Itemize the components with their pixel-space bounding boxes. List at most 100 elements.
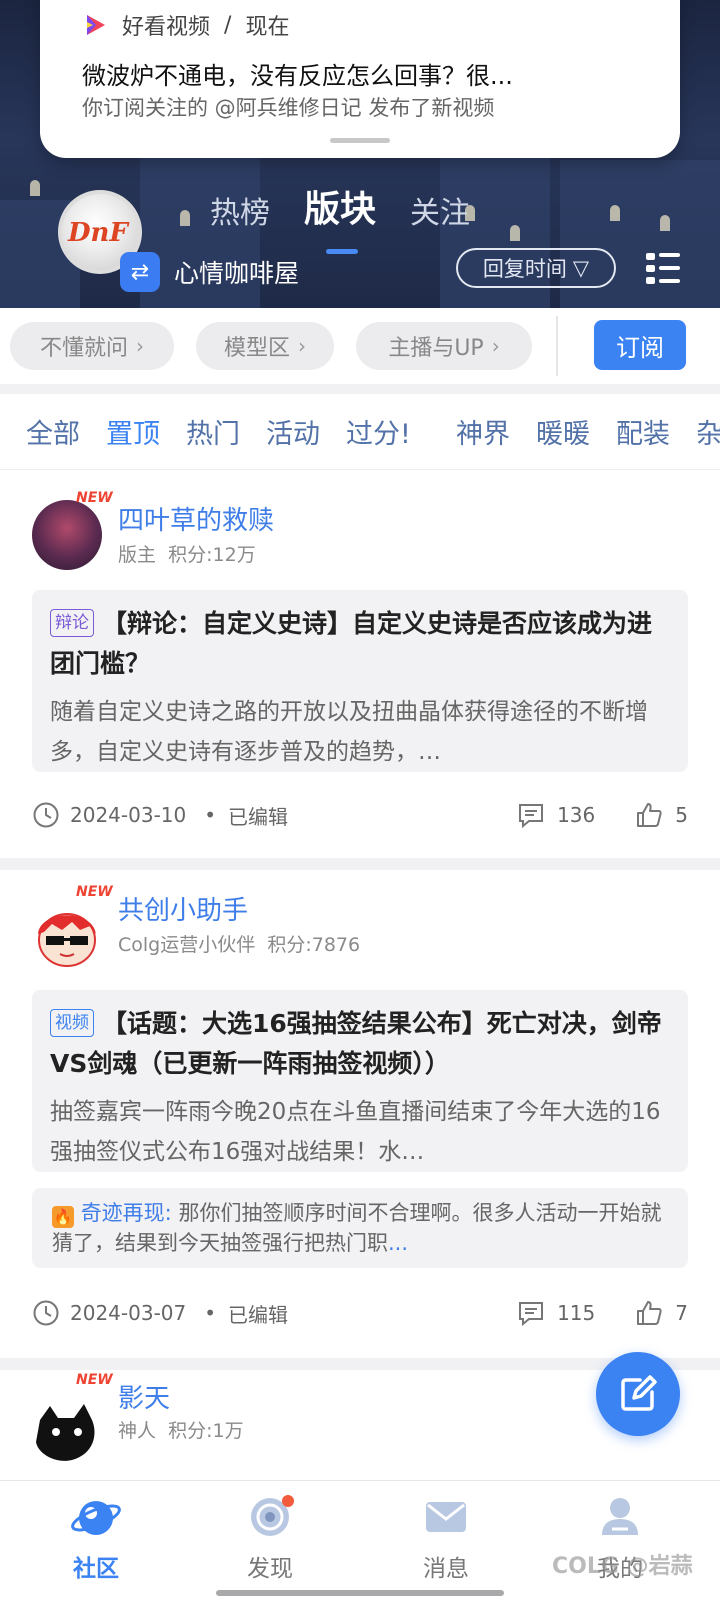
notification-subtitle: 你订阅关注的 @阿兵维修日记 发布了新视频 [82, 96, 495, 120]
planet-icon [71, 1501, 121, 1535]
watermark: COLG @岩蒜 [552, 1554, 693, 1579]
chip-streamers[interactable]: 主播与UP › [356, 322, 532, 370]
background-window [510, 225, 520, 241]
cat-avatar-icon [36, 1404, 95, 1461]
new-badge: NEW [76, 884, 113, 900]
category-pinned[interactable]: 置顶 [106, 412, 160, 451]
author-name[interactable]: 共创小助手 [118, 890, 248, 927]
post-card[interactable]: NEW 四叶草的救赎 版主 积分:12万 辩论 【辩论：自定义史诗】自定义史诗是否… [0, 470, 720, 858]
category-misc[interactable]: 杂 [696, 412, 720, 451]
tab-following[interactable]: 关注 [410, 188, 470, 232]
category-hot[interactable]: 热门 [186, 412, 240, 451]
edited-label: 已编辑 [228, 804, 289, 829]
chip-models[interactable]: 模型区 › [196, 322, 334, 370]
author-name[interactable]: 四叶草的救赎 [118, 500, 274, 537]
avatar[interactable] [32, 900, 102, 970]
hot-reply[interactable]: 🔥 奇迹再现: 那你们抽签顺序时间不合理啊。很多人活动一开始就猜了，结果到今天抽… [32, 1188, 688, 1268]
comment-icon[interactable] [517, 1299, 545, 1327]
author-title: Colg运营小伙伴 [118, 934, 256, 956]
notification-app: 好看视频 / 现在 [82, 10, 289, 40]
separator-dot: • [204, 803, 217, 827]
category-tabs: 全部 置顶 热门 活动 过分! 神界 暖暖 配装 杂 [0, 394, 720, 470]
post-tag: 辩论 [50, 609, 94, 637]
author-title: 神人 [118, 1420, 157, 1442]
compose-button[interactable] [596, 1352, 680, 1436]
tab-boards[interactable]: 版块 [304, 180, 376, 254]
notification-handle[interactable] [330, 138, 390, 143]
post-date: 2024-03-10 [70, 803, 187, 827]
home-indicator[interactable] [216, 1590, 504, 1596]
post-content[interactable]: 辩论 【辩论：自定义史诗】自定义史诗是否应该成为进团门槛？ 随着自定义史诗之路的开… [32, 590, 688, 772]
author-rank: 版主 积分:12万 [118, 540, 256, 567]
clock-icon [33, 1300, 59, 1326]
category-events[interactable]: 活动 [266, 412, 320, 451]
nav-discover[interactable]: 发现 [210, 1491, 330, 1583]
top-tabs: 热榜 版块 关注 [210, 180, 470, 254]
category-nuannuan[interactable]: 暖暖 [536, 412, 590, 451]
chevron-right-icon: › [298, 334, 306, 358]
switch-board-icon[interactable]: ⇄ [120, 252, 160, 292]
like-count: 5 [675, 803, 688, 827]
bottom-nav: 社区 发现 消息 我的 [0, 1480, 720, 1600]
post-stats: 136 5 [517, 801, 688, 829]
push-notification[interactable]: 好看视频 / 现在 微波炉不通电，没有反应怎么回事？很... 你订阅关注的 @阿… [40, 0, 680, 158]
chevron-right-icon: › [136, 334, 144, 358]
author-points: 积分:12万 [168, 544, 256, 566]
new-badge: NEW [76, 1372, 113, 1388]
notification-title: 微波炉不通电，没有反应怎么回事？很... [82, 62, 513, 90]
post-meta: 2024-03-07 • 已编辑 115 7 [32, 1296, 688, 1330]
author-name[interactable]: 影天 [118, 1378, 170, 1415]
post-title-text: 【话题：大选16强抽签结果公布】死亡对决，剑帝VS剑魂（已更新一阵雨抽签视频）） [50, 1009, 662, 1078]
background-window [180, 210, 190, 226]
like-count: 7 [675, 1301, 688, 1325]
post-card[interactable]: NEW 共创小助手 Colg运营小伙伴 积分:7876 视频 【话题：大选16强抽… [0, 870, 720, 1358]
sort-button[interactable]: 回复时间 ▽ [456, 248, 616, 288]
sort-label: 回复时间 [482, 257, 567, 281]
chip-label: 不懂就问 [39, 336, 128, 361]
comment-count: 136 [557, 803, 596, 827]
category-excessive[interactable]: 过分! [346, 412, 411, 451]
notification-time: 现在 [245, 15, 290, 40]
notification-separator: / [224, 12, 232, 38]
chip-questions[interactable]: 不懂就问 › [10, 322, 174, 370]
chip-label: 主播与UP [388, 336, 484, 361]
background-window [610, 205, 620, 221]
author-rank: Colg运营小伙伴 积分:7876 [118, 930, 360, 957]
separator-dot: • [204, 1301, 217, 1325]
post-meta: 2024-03-10 • 已编辑 136 5 [32, 798, 688, 832]
nav-messages[interactable]: 消息 [386, 1491, 506, 1583]
category-all[interactable]: 全部 [26, 412, 80, 451]
post-excerpt: 抽签嘉宾一阵雨今晚20点在斗鱼直播间结束了今年大选的16强抽签仪式公布16强对战… [50, 1099, 661, 1165]
nav-label: 社区 [73, 1556, 119, 1582]
fire-icon: 🔥 [52, 1206, 74, 1228]
current-board[interactable]: ⇄ 心情咖啡屋 [120, 252, 299, 292]
avatar[interactable] [32, 1398, 102, 1468]
divider [556, 316, 558, 376]
notification-dot [282, 1495, 294, 1507]
reply-author[interactable]: 奇迹再现: [81, 1201, 172, 1225]
haokan-app-icon [87, 15, 105, 35]
like-icon[interactable] [635, 801, 663, 829]
nav-label: 消息 [423, 1556, 469, 1582]
background-window [30, 180, 40, 196]
reply-more[interactable]: ... [388, 1231, 408, 1255]
comment-icon[interactable] [517, 801, 545, 829]
chevron-right-icon: › [491, 334, 500, 358]
subscribe-button[interactable]: 订阅 [594, 320, 686, 370]
author-points: 积分:1万 [168, 1420, 244, 1442]
category-builds[interactable]: 配装 [616, 412, 670, 451]
assistant-avatar-icon [38, 913, 96, 967]
post-title-text: 【辩论：自定义史诗】自定义史诗是否应该成为进团门槛？ [50, 609, 653, 678]
post-stats: 115 7 [517, 1299, 688, 1327]
tab-hot[interactable]: 热榜 [210, 188, 270, 232]
post-content[interactable]: 视频 【话题：大选16强抽签结果公布】死亡对决，剑帝VS剑魂（已更新一阵雨抽签视频… [32, 990, 688, 1172]
like-icon[interactable] [635, 1299, 663, 1327]
author-rank: 神人 积分:1万 [118, 1416, 244, 1443]
list-view-icon[interactable] [646, 252, 680, 284]
nav-label: 发现 [247, 1556, 293, 1582]
category-divine[interactable]: 神界 [456, 412, 510, 451]
post-date: 2024-03-07 [70, 1301, 187, 1325]
post-title: 视频 【话题：大选16强抽签结果公布】死亡对决，剑帝VS剑魂（已更新一阵雨抽签视频… [50, 1004, 670, 1084]
avatar[interactable] [32, 500, 102, 570]
nav-community[interactable]: 社区 [36, 1491, 156, 1583]
